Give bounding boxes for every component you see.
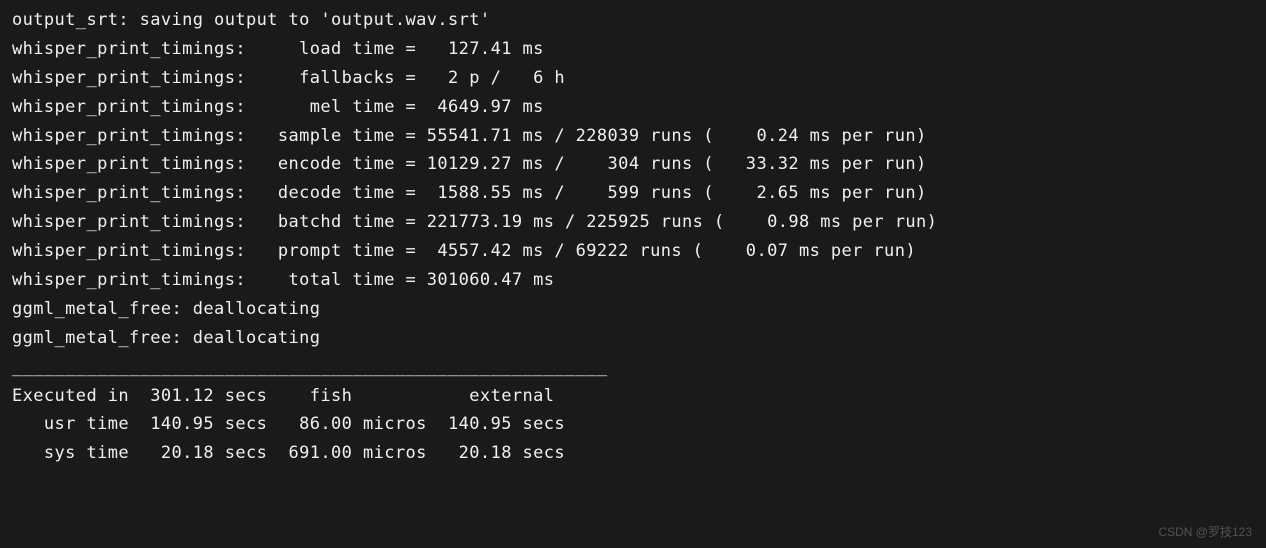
- executed-in-line: Executed in 301.12 secs fish external: [12, 382, 1254, 411]
- timing-decode: whisper_print_timings: decode time = 158…: [12, 179, 1254, 208]
- output-srt-line: output_srt: saving output to 'output.wav…: [12, 6, 1254, 35]
- timing-batchd: whisper_print_timings: batchd time = 221…: [12, 208, 1254, 237]
- timing-sample: whisper_print_timings: sample time = 555…: [12, 122, 1254, 151]
- divider-line: ________________________________________…: [12, 353, 1254, 382]
- timing-load: whisper_print_timings: load time = 127.4…: [12, 35, 1254, 64]
- ggml-free-1: ggml_metal_free: deallocating: [12, 295, 1254, 324]
- timing-prompt: whisper_print_timings: prompt time = 455…: [12, 237, 1254, 266]
- timing-total: whisper_print_timings: total time = 3010…: [12, 266, 1254, 295]
- timing-encode: whisper_print_timings: encode time = 101…: [12, 150, 1254, 179]
- terminal-output: output_srt: saving output to 'output.wav…: [12, 6, 1254, 468]
- sys-time-line: sys time 20.18 secs 691.00 micros 20.18 …: [12, 439, 1254, 468]
- ggml-free-2: ggml_metal_free: deallocating: [12, 324, 1254, 353]
- timing-mel: whisper_print_timings: mel time = 4649.9…: [12, 93, 1254, 122]
- watermark: CSDN @罗技123: [1158, 522, 1252, 542]
- timing-fallbacks: whisper_print_timings: fallbacks = 2 p /…: [12, 64, 1254, 93]
- usr-time-line: usr time 140.95 secs 86.00 micros 140.95…: [12, 410, 1254, 439]
